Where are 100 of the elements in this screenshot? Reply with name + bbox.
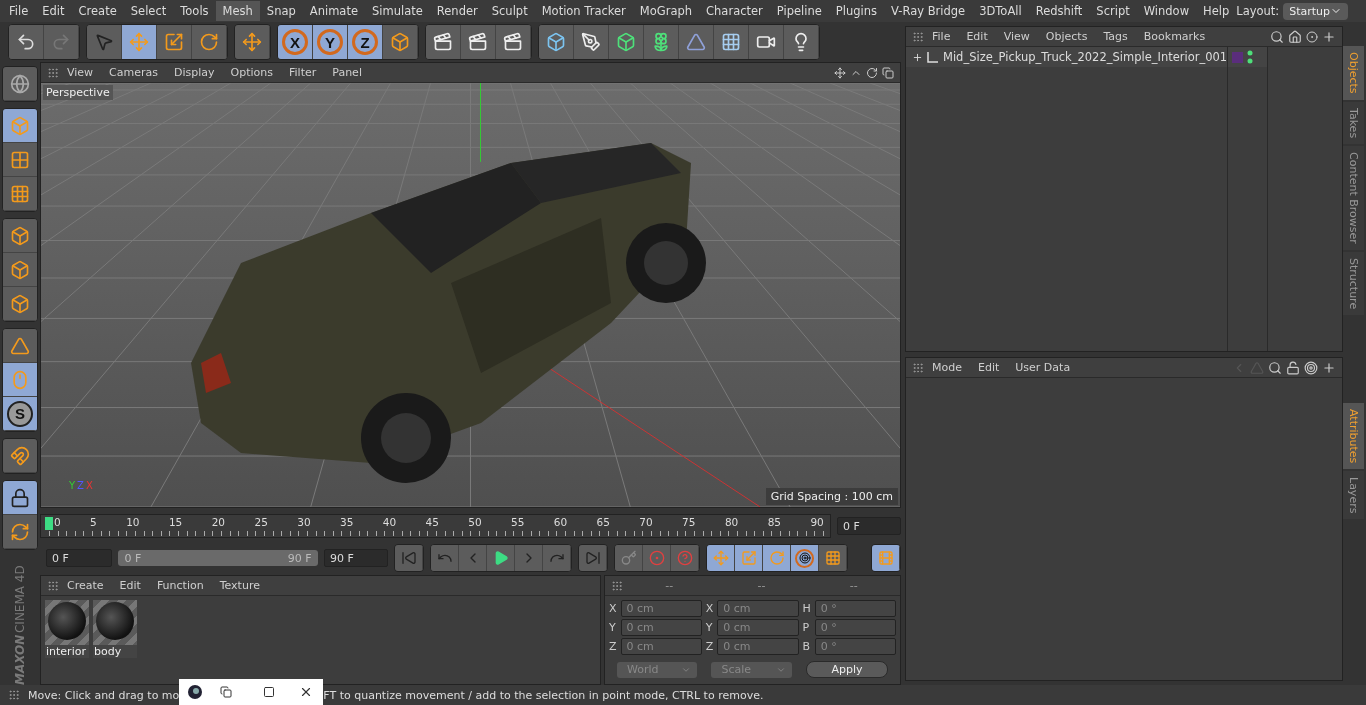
help-button[interactable] (671, 545, 699, 571)
material-menu-item[interactable]: Create (59, 579, 112, 592)
play-button[interactable] (487, 545, 515, 571)
menu-item[interactable]: Mesh (215, 1, 260, 21)
menu-item[interactable]: Render (429, 1, 485, 21)
current-frame-field[interactable]: 0 F (837, 517, 901, 535)
toolbar-button[interactable]: Z (348, 25, 383, 59)
material-menu-item[interactable]: Texture (211, 579, 268, 592)
toolbar-button[interactable] (157, 25, 192, 59)
viewport-menu-item[interactable]: Options (222, 66, 281, 79)
key-parameter-button[interactable] (791, 545, 819, 571)
record-button[interactable] (615, 545, 643, 571)
objects-menu-item[interactable]: File (924, 30, 959, 43)
menu-item[interactable]: V-Ray Bridge (884, 1, 973, 21)
search-icon[interactable] (1268, 360, 1282, 375)
toolbar-button[interactable] (192, 25, 227, 59)
menu-item[interactable]: Edit (35, 1, 72, 21)
toolbar-button[interactable] (122, 25, 157, 59)
side-tab[interactable]: Content Browser (1343, 145, 1364, 250)
target-icon[interactable] (1304, 360, 1318, 375)
tool-button[interactable] (3, 177, 37, 211)
menu-item[interactable]: Character (699, 1, 770, 21)
toolbar-button[interactable] (714, 25, 749, 59)
toolbar-button[interactable] (609, 25, 644, 59)
objects-menu-item[interactable]: Tags (1095, 30, 1136, 43)
go-to-start-button[interactable] (395, 545, 423, 571)
viewport-scene[interactable]: Perspective Y Z X Grid Spacing : 100 cm (41, 83, 900, 507)
menu-item[interactable]: Pipeline (769, 1, 829, 21)
menu-item[interactable]: Plugins (828, 1, 885, 21)
tool-button[interactable] (3, 67, 37, 101)
go-to-end-button[interactable] (579, 545, 607, 571)
apply-button[interactable]: Apply (805, 661, 888, 678)
orbit-icon[interactable] (866, 66, 878, 79)
toolbar-button[interactable] (461, 25, 496, 59)
side-tab[interactable]: Attributes (1343, 402, 1364, 469)
tool-button[interactable] (3, 109, 37, 143)
visibility-dots-icon[interactable] (1247, 50, 1254, 64)
object-row[interactable]: Mid_Size_Pickup_Truck_2022_Simple_Interior_001 (906, 47, 1228, 67)
tool-button[interactable] (3, 363, 37, 397)
attributes-menu-item[interactable]: Edit (970, 361, 1008, 374)
menu-item[interactable]: Motion Tracker (534, 1, 633, 21)
material-thumbnail[interactable]: body (93, 600, 137, 658)
material-menu-item[interactable]: Function (148, 579, 212, 592)
key-position-button[interactable] (707, 545, 735, 571)
material-menu-item[interactable]: Edit (111, 579, 149, 592)
viewport-menu-item[interactable]: View (59, 66, 102, 79)
toolbar-button[interactable] (679, 25, 714, 59)
toolbar-button[interactable] (383, 25, 418, 59)
menu-item[interactable]: Snap (259, 1, 303, 21)
start-frame-field[interactable]: 0 F (46, 549, 112, 567)
objects-menu-item[interactable]: Bookmarks (1135, 30, 1214, 43)
objects-menu-item[interactable]: View (995, 30, 1038, 43)
end-frame-field[interactable]: 90 F (324, 549, 388, 567)
side-tab[interactable]: Structure (1343, 251, 1364, 315)
menu-item[interactable]: Sculpt (484, 1, 535, 21)
next-key-button[interactable] (543, 545, 571, 571)
objects-menu-item[interactable]: Objects (1037, 30, 1096, 43)
material-thumbnail[interactable]: interior (45, 600, 89, 658)
pan-icon[interactable] (834, 66, 846, 79)
toolbar-button[interactable] (749, 25, 784, 59)
viewport-menu-item[interactable]: Cameras (101, 66, 166, 79)
viewport-menu-item[interactable]: Filter (281, 66, 325, 79)
expand-icon[interactable] (912, 51, 923, 63)
toolbar-button[interactable] (784, 25, 819, 59)
menu-item[interactable]: Window (1136, 1, 1197, 21)
menu-item[interactable]: Script (1089, 1, 1137, 21)
tool-button[interactable] (3, 219, 37, 253)
tool-button[interactable] (3, 287, 37, 321)
menu-item[interactable]: Simulate (365, 1, 430, 21)
toolbar-button[interactable] (539, 25, 574, 59)
menu-item[interactable]: 3DToAll (972, 1, 1029, 21)
layout-dropdown[interactable]: Startup (1283, 2, 1349, 20)
autokey-button[interactable] (643, 545, 671, 571)
toolbar-button[interactable]: Y (313, 25, 348, 59)
key-scale-button[interactable] (735, 545, 763, 571)
timeline-ruler[interactable]: 0 5 10 15 20 25 30 35 40 45 50 55 60 65 70 75 80 85 90 (40, 514, 831, 538)
unlock-icon[interactable] (1286, 360, 1300, 375)
new-panel-icon[interactable] (1322, 360, 1336, 375)
toolbar-button[interactable] (9, 25, 44, 59)
menu-item[interactable]: Animate (302, 1, 365, 21)
toolbar-button[interactable] (496, 25, 531, 59)
menu-item[interactable]: Help (1196, 1, 1237, 21)
side-tab[interactable]: Objects (1343, 46, 1364, 100)
viewport-menu-item[interactable]: Panel (324, 66, 370, 79)
timeline-button[interactable] (872, 545, 900, 571)
menu-item[interactable]: File (2, 1, 36, 21)
toolbar-button[interactable] (426, 25, 461, 59)
menu-item[interactable]: Tools (173, 1, 216, 21)
tool-button[interactable]: S (3, 397, 37, 431)
viewport-menu-item[interactable]: Display (166, 66, 223, 79)
search-icon[interactable] (1270, 29, 1284, 44)
toolbar-button[interactable] (644, 25, 679, 59)
side-tab[interactable]: Takes (1343, 101, 1364, 144)
tool-button[interactable] (3, 515, 37, 549)
previous-key-button[interactable] (431, 545, 459, 571)
tool-button[interactable] (3, 253, 37, 287)
toolbar-button[interactable]: X (278, 25, 313, 59)
tool-button[interactable] (3, 481, 37, 515)
new-panel-icon[interactable] (1322, 29, 1336, 44)
attributes-menu-item[interactable]: Mode (924, 361, 970, 374)
